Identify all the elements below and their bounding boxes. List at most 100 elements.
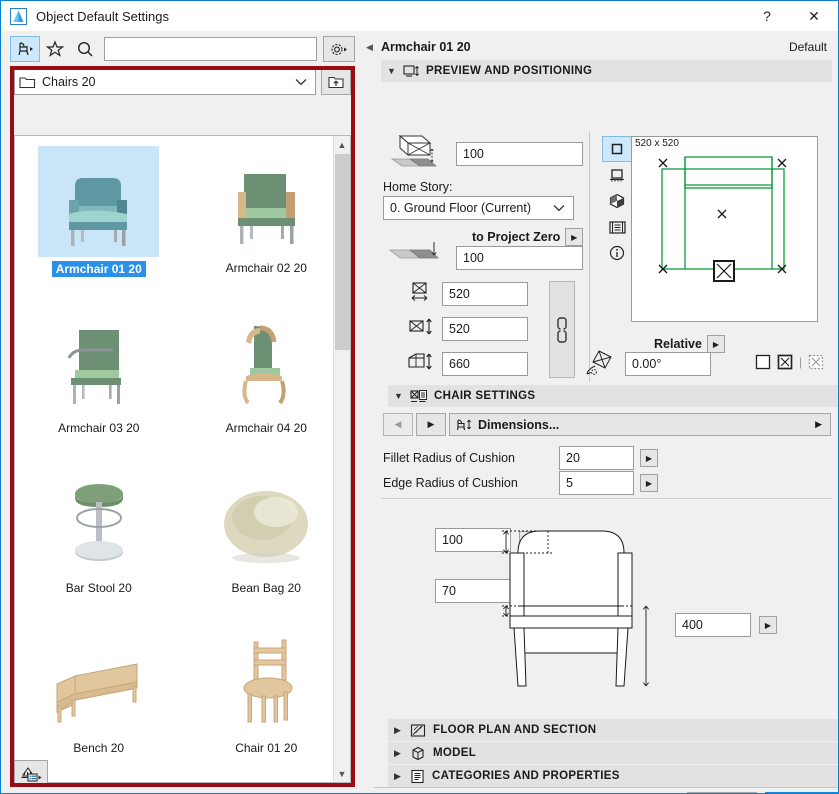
object-item[interactable]: Bean Bag 20 [183, 460, 351, 620]
object-item[interactable]: Armchair 01 20 [15, 140, 183, 300]
anchor-dashed-icon[interactable] [808, 354, 824, 370]
object-label: Armchair 03 20 [58, 421, 139, 435]
triangle-right-icon[interactable]: ▶ [707, 335, 725, 353]
folder-dropdown[interactable]: Chairs 20 [14, 69, 316, 95]
section-model[interactable]: ▶ MODEL [388, 742, 839, 764]
object-label: Bean Bag 20 [232, 581, 301, 595]
window-title: Object Default Settings [36, 9, 169, 24]
page-title: Armchair 01 20 [381, 40, 471, 54]
collapse-left-panel-icon[interactable]: ◀ [366, 42, 373, 53]
preview-view-modes [602, 136, 632, 266]
object-grid-scrollbar[interactable]: ▲ ▼ [333, 136, 350, 782]
3d-view-icon[interactable] [602, 188, 632, 214]
model-cube-icon [410, 746, 426, 761]
triangle-right-icon[interactable]: ▶ [640, 449, 658, 467]
object-item[interactable]: Armchair 04 20 [183, 300, 351, 460]
2d-symbol-icon[interactable] [602, 136, 632, 162]
triangle-right-icon[interactable]: ▶ [759, 616, 777, 634]
folder-up-icon[interactable] [321, 69, 351, 95]
height-input[interactable]: 660 [442, 352, 528, 376]
section-view-icon[interactable] [602, 214, 632, 240]
object-browser-panel: Chairs 20 [2, 32, 363, 794]
help-button[interactable]: ? [744, 1, 790, 31]
star-icon[interactable] [40, 36, 70, 62]
home-story-dropdown[interactable]: 0. Ground Floor (Current) [383, 196, 574, 220]
search-input[interactable] [104, 37, 317, 61]
rotation-angle-icon [585, 348, 619, 378]
armchair-04-thumb [206, 306, 327, 417]
object-item[interactable]: Bench 20 [15, 620, 183, 780]
section-title: MODEL [433, 747, 476, 759]
dimensions-page-button[interactable]: Dimensions... ▶ [449, 413, 831, 436]
panel-splitter[interactable]: ◀ [364, 32, 374, 794]
elevation-to-home-story-input[interactable]: 100 [456, 142, 583, 166]
bar-stool-thumb [38, 466, 159, 577]
triangle-right-icon[interactable]: ▶ [815, 419, 822, 430]
object-item[interactable]: Armchair 02 20 [183, 140, 351, 300]
edge-radius-row: Edge Radius of Cushion 5 ▶ [383, 471, 658, 495]
section-preview-positioning[interactable]: ▼ PREVIEW AND POSITIONING [381, 60, 832, 82]
gear-icon[interactable] [323, 36, 355, 62]
triangle-down-icon: ▼ [394, 391, 403, 401]
triangle-right-icon: ▶ [394, 725, 403, 736]
chair-object-icon[interactable] [10, 36, 40, 62]
home-story-label: Home Story: [383, 180, 452, 194]
scrollbar-thumb[interactable] [335, 154, 350, 350]
magnifier-icon[interactable] [70, 36, 100, 62]
object-label: Armchair 01 20 [52, 261, 146, 277]
relative-label: Relative [654, 337, 702, 351]
object-grid: Armchair 01 20 [15, 136, 350, 780]
elevation-to-home-story-icon [388, 132, 434, 166]
chair-01-thumb [206, 626, 327, 737]
edge-radius-input[interactable]: 5 [559, 471, 634, 495]
triangle-right-icon: ▶ [394, 748, 403, 759]
object-preview[interactable]: 520 x 520 [631, 136, 818, 322]
armchair-02-thumb [206, 146, 327, 257]
armchair-03-thumb [38, 306, 159, 417]
default-label: Default [789, 40, 827, 54]
triangle-right-icon[interactable]: ▶ [565, 228, 583, 246]
classification-icon[interactable] [14, 760, 48, 786]
anchor-divider: | [799, 355, 802, 369]
info-icon[interactable] [602, 240, 632, 266]
dimensions-page-label: Dimensions... [478, 418, 559, 432]
object-item[interactable]: Chair 01 20 [183, 620, 351, 780]
close-button[interactable]: ✕ [790, 1, 838, 31]
to-project-zero-row[interactable]: to Project Zero ▶ [472, 228, 583, 246]
scroll-down-icon[interactable]: ▼ [334, 765, 350, 782]
archicad-logo-icon [10, 8, 27, 25]
section-categories-and-properties[interactable]: ▶ CATEGORIES AND PROPERTIES [388, 765, 839, 787]
elevation-to-project-zero-input[interactable]: 100 [456, 246, 583, 270]
folder-label: Chairs 20 [42, 75, 96, 89]
chain-link-icon[interactable] [549, 281, 575, 378]
triangle-left-icon[interactable]: ◀ [383, 413, 413, 436]
categories-properties-icon [410, 769, 425, 784]
window-controls: ? ✕ [744, 1, 838, 31]
panel-divider [589, 132, 590, 382]
fillet-radius-input[interactable]: 20 [559, 446, 634, 470]
object-label: Armchair 02 20 [226, 261, 307, 275]
floor-plan-section-icon [410, 723, 426, 738]
triangle-right-icon[interactable]: ▶ [416, 413, 446, 436]
rotation-angle-input[interactable]: 0.00° [625, 352, 711, 376]
section-floor-plan-and-section[interactable]: ▶ FLOOR PLAN AND SECTION [388, 719, 839, 741]
object-default-settings-window: Object Default Settings ? ✕ [0, 0, 839, 794]
anchor-solid-icon[interactable] [777, 354, 793, 370]
width-input[interactable]: 520 [442, 282, 528, 306]
section-title: CHAIR SETTINGS [434, 390, 535, 402]
fillet-radius-row: Fillet Radius of Cushion 20 ▶ [383, 446, 658, 470]
preview-positioning-icon [403, 64, 419, 79]
triangle-right-icon: ▶ [394, 771, 403, 782]
elevation-view-icon[interactable] [602, 162, 632, 188]
anchor-blank-icon[interactable] [755, 354, 771, 370]
section-chair-settings[interactable]: ▼ CHAIR SETTINGS [388, 385, 839, 407]
scroll-up-icon[interactable]: ▲ [334, 136, 350, 153]
object-item[interactable]: Armchair 03 20 [15, 300, 183, 460]
object-item[interactable]: Bar Stool 20 [15, 460, 183, 620]
relative-row[interactable]: Relative ▶ [654, 335, 725, 353]
to-project-zero-label: to Project Zero [472, 230, 560, 244]
depth-input[interactable]: 520 [442, 317, 528, 341]
chevron-down-icon [295, 78, 307, 86]
triangle-right-icon[interactable]: ▶ [640, 474, 658, 492]
edge-radius-label: Edge Radius of Cushion [383, 476, 553, 490]
